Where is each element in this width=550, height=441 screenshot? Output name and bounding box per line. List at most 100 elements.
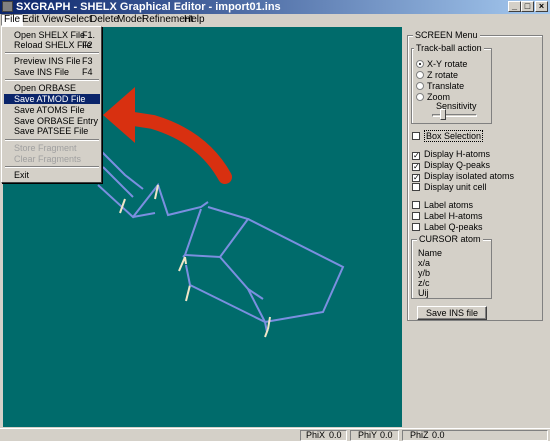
- checkbox-label: Box Selection: [424, 130, 484, 142]
- display-h-atoms-check[interactable]: ✓ Display H-atoms: [412, 149, 491, 160]
- checkbox-label: Display Q-peaks: [424, 160, 491, 170]
- checkbox-label: Label Q-peaks: [424, 222, 483, 232]
- bond-network-lower: [185, 264, 269, 338]
- menu-item-shortcut: F4: [82, 67, 93, 77]
- menu-item-label: Save PATSEE File: [14, 126, 89, 136]
- cursor-field-yb: y/b: [418, 268, 431, 278]
- radio-label: Translate: [427, 81, 465, 91]
- label-h-atoms-check[interactable]: Label H-atoms: [412, 211, 483, 221]
- menu-save-ins-file[interactable]: Save INS File F4: [4, 67, 100, 77]
- radio-z-rotate[interactable]: Z rotate: [416, 70, 458, 80]
- box-selection-check[interactable]: Box Selection: [412, 130, 484, 142]
- hydrogen-bond: [267, 316, 271, 330]
- cursor-field-zc: z/c: [418, 278, 430, 288]
- sensitivity-slider-track[interactable]: [432, 114, 477, 117]
- checkbox[interactable]: ✓: [412, 152, 420, 160]
- checkbox-label: Display isolated atoms: [424, 171, 515, 181]
- menu-item-label: Store Fragment: [14, 143, 77, 153]
- menu-item-label: Exit: [14, 170, 30, 180]
- checkbox[interactable]: [412, 183, 420, 191]
- hydrogen-bond: [185, 284, 191, 302]
- minimize-button[interactable]: _: [508, 1, 521, 12]
- title-bar[interactable]: SXGRAPH - SHELX Graphical Editor - impor…: [0, 0, 550, 14]
- checkbox-label: Label H-atoms: [424, 211, 483, 221]
- cursor-atom-group: CURSOR atom Name x/a y/b z/c Uij: [411, 233, 492, 299]
- radio-label: Z rotate: [427, 70, 459, 80]
- menu-item-label: Reload SHELX File: [14, 40, 92, 50]
- trackball-title: Track-ball action: [414, 42, 484, 54]
- menu-item-label: Save ORBASE Entry: [14, 116, 99, 126]
- display-unit-cell-check[interactable]: Display unit cell: [412, 182, 487, 192]
- checkbox[interactable]: ✓: [412, 163, 420, 171]
- checkbox[interactable]: [412, 212, 420, 220]
- bond: [97, 182, 209, 219]
- trackball-group: Track-ball action X-Y rotate Z rotate Tr…: [411, 42, 492, 124]
- hydrogen-bond: [184, 256, 187, 265]
- hydrogen-bond: [264, 328, 269, 338]
- menu-item-label: Open ORBASE: [14, 83, 77, 93]
- radio-translate[interactable]: Translate: [416, 81, 464, 91]
- menu-clear-fragments: Clear Fragments: [4, 154, 100, 164]
- menu-separator: [5, 52, 99, 54]
- checkbox-label: Display H-atoms: [424, 149, 491, 159]
- radio-button[interactable]: [416, 71, 424, 79]
- menu-open-shelx-file[interactable]: Open SHELX File ... F1: [4, 30, 100, 40]
- menu-bar: File Edit View Select Delete Model Refin…: [0, 14, 550, 26]
- menu-exit[interactable]: Exit: [4, 170, 100, 180]
- radio-button[interactable]: [416, 82, 424, 90]
- hydrogen-bond: [178, 256, 186, 272]
- menu-save-atoms-file[interactable]: Save ATOMS File: [4, 105, 100, 115]
- menu-preview-ins-file[interactable]: Preview INS File F3: [4, 56, 100, 66]
- bond: [219, 218, 345, 324]
- checkbox-label: Display unit cell: [424, 182, 487, 192]
- screen-menu-title: SCREEN Menu: [413, 29, 480, 41]
- menu-open-orbase[interactable]: Open ORBASE: [4, 83, 100, 93]
- checkbox[interactable]: [412, 201, 420, 209]
- menu-separator: [5, 79, 99, 81]
- menu-edit[interactable]: Edit: [20, 14, 41, 26]
- status-phiy-label: PhiY: [358, 430, 378, 440]
- cursor-field-uij: Uij: [418, 288, 429, 298]
- maximize-button[interactable]: □: [521, 1, 534, 12]
- menu-separator: [5, 139, 99, 141]
- menu-save-atmod-file[interactable]: Save ATMOD File: [4, 94, 100, 104]
- checkbox[interactable]: [412, 223, 420, 231]
- checkbox[interactable]: ✓: [412, 174, 420, 182]
- menu-save-orbase-entry[interactable]: Save ORBASE Entry: [4, 116, 100, 126]
- menu-item-label: Save ATMOD File: [14, 94, 86, 104]
- screen-menu-panel: SCREEN Menu Track-ball action X-Y rotate…: [405, 27, 547, 427]
- cursor-atom-title: CURSOR atom: [417, 233, 483, 245]
- sensitivity-slider-thumb[interactable]: [440, 109, 446, 120]
- menu-item-shortcut: F1: [82, 30, 93, 40]
- label-atoms-check[interactable]: Label atoms: [412, 200, 473, 210]
- save-ins-file-button[interactable]: Save INS file: [417, 306, 487, 320]
- menu-item-label: Preview INS File: [14, 56, 81, 66]
- menu-reload-shelx-file[interactable]: Reload SHELX File F2: [4, 40, 100, 50]
- menu-separator: [5, 166, 99, 168]
- menu-save-patsee-file[interactable]: Save PATSEE File: [4, 126, 100, 136]
- checkbox-label: Label atoms: [424, 200, 474, 210]
- app-icon[interactable]: [2, 1, 13, 12]
- display-isolated-atoms-check[interactable]: ✓ Display isolated atoms: [412, 171, 515, 182]
- menu-item-label: Save ATOMS File: [14, 105, 85, 115]
- screen-menu-group: SCREEN Menu Track-ball action X-Y rotate…: [407, 29, 543, 321]
- radio-xy-rotate[interactable]: X-Y rotate: [416, 59, 467, 69]
- radio-label: X-Y rotate: [427, 59, 468, 69]
- status-phix-value: 0.0: [329, 430, 342, 440]
- bond: [182, 254, 186, 258]
- menu-store-fragment: Store Fragment: [4, 143, 100, 153]
- menu-item-label: Save INS File: [14, 67, 70, 77]
- hydrogen-bonds: [119, 184, 271, 330]
- checkbox[interactable]: [412, 132, 420, 140]
- menu-item-label: Clear Fragments: [14, 154, 82, 164]
- display-q-peaks-check[interactable]: ✓ Display Q-peaks: [412, 160, 491, 171]
- label-q-peaks-check[interactable]: Label Q-peaks: [412, 222, 483, 232]
- radio-button[interactable]: [416, 93, 424, 101]
- radio-button[interactable]: [416, 60, 424, 68]
- cursor-field-name: Name: [418, 248, 443, 258]
- cursor-field-xa: x/a: [418, 258, 431, 268]
- menu-help[interactable]: Help: [182, 14, 207, 26]
- status-phix-label: PhiX: [306, 430, 326, 440]
- close-button[interactable]: ×: [535, 1, 548, 12]
- status-phiz-value: 0.0: [432, 430, 445, 440]
